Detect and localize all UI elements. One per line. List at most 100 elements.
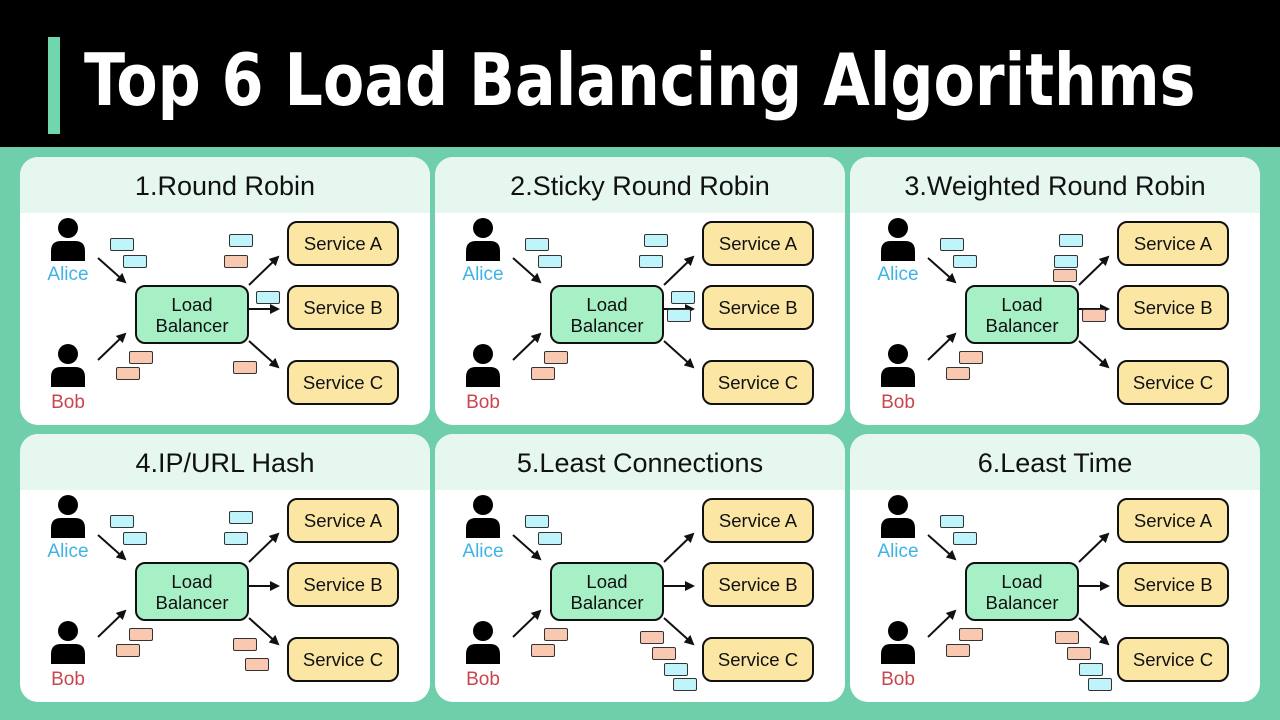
algorithm-panel-4: 4.IP/URL Hash Alice Bob Load Balancer Se… — [20, 434, 430, 702]
person-icon-bob — [881, 344, 915, 387]
request-packet-alice — [538, 532, 562, 545]
request-packet-alice — [123, 532, 147, 545]
arrow-lb-to-service-a — [1078, 532, 1110, 563]
request-packet-bob — [233, 638, 257, 651]
request-packet-bob — [1067, 647, 1091, 660]
arrow-lb-to-service-a — [663, 255, 695, 286]
request-packet-alice — [940, 515, 964, 528]
person-icon-bob — [466, 344, 500, 387]
request-packet-bob — [946, 644, 970, 657]
request-packet-alice — [229, 234, 253, 247]
request-packet-alice — [639, 255, 663, 268]
request-packet-alice — [673, 678, 697, 691]
request-packet-bob — [531, 644, 555, 657]
person-icon-alice — [466, 495, 500, 538]
service-c-node: Service C — [1117, 637, 1229, 682]
service-c-node: Service C — [702, 637, 814, 682]
client-label-bob: Bob — [51, 392, 85, 413]
service-a-node: Service A — [1117, 498, 1229, 543]
arrow-bob-to-lb — [97, 332, 127, 361]
page-title: Top 6 Load Balancing Algorithms — [84, 38, 1196, 122]
request-packet-alice — [1088, 678, 1112, 691]
service-b-node: Service B — [1117, 562, 1229, 607]
algorithm-panel-6: 6.Least Time Alice Bob Load Balancer Ser… — [850, 434, 1260, 702]
client-label-bob: Bob — [466, 392, 500, 413]
load-balancer-label-line2: Balancer — [570, 591, 644, 613]
arrow-alice-to-lb — [927, 534, 957, 561]
request-packet-alice — [953, 532, 977, 545]
request-packet-bob — [531, 367, 555, 380]
request-packet-alice — [644, 234, 668, 247]
load-balancer-node: Load Balancer — [550, 562, 664, 621]
person-icon-alice — [51, 218, 85, 261]
request-packet-alice — [110, 515, 134, 528]
client-label-bob: Bob — [881, 392, 915, 413]
request-packet-bob — [544, 628, 568, 641]
arrow-bob-to-lb — [927, 332, 957, 361]
client-label-alice: Alice — [47, 541, 89, 562]
request-packet-alice — [671, 291, 695, 304]
request-packet-bob — [640, 631, 664, 644]
service-a-node: Service A — [702, 221, 814, 266]
service-a-node: Service A — [287, 221, 399, 266]
request-packet-alice — [256, 291, 280, 304]
person-icon-bob — [51, 344, 85, 387]
arrow-lb-to-service-a — [248, 255, 280, 286]
load-balancer-node: Load Balancer — [135, 285, 249, 344]
service-c-node: Service C — [287, 360, 399, 405]
title-accent-bar — [48, 37, 60, 134]
client-label-alice: Alice — [462, 541, 504, 562]
request-packet-bob — [1053, 269, 1077, 282]
request-packet-alice — [1054, 255, 1078, 268]
service-a-node: Service A — [287, 498, 399, 543]
service-a-node: Service A — [702, 498, 814, 543]
person-icon-alice — [881, 218, 915, 261]
service-c-node: Service C — [702, 360, 814, 405]
service-a-node: Service A — [1117, 221, 1229, 266]
arrow-lb-to-service-a — [248, 532, 280, 563]
request-packet-alice — [940, 238, 964, 251]
arrow-lb-to-service-c — [663, 340, 695, 369]
arrow-lb-to-service-c — [663, 617, 695, 646]
request-packet-bob — [129, 351, 153, 364]
algorithm-panel-2: 2.Sticky Round Robin Alice Bob Load Bala… — [435, 157, 845, 425]
request-packet-alice — [538, 255, 562, 268]
load-balancer-node: Load Balancer — [135, 562, 249, 621]
client-label-alice: Alice — [462, 264, 504, 285]
client-label-bob: Bob — [51, 669, 85, 690]
arrow-bob-to-lb — [927, 609, 957, 638]
algorithm-panel-5: 5.Least Connections Alice Bob Load Balan… — [435, 434, 845, 702]
arrow-lb-to-service-c — [1078, 617, 1110, 646]
client-label-alice: Alice — [877, 541, 919, 562]
request-packet-bob — [116, 644, 140, 657]
person-icon-bob — [51, 621, 85, 664]
request-packet-alice — [525, 238, 549, 251]
request-packet-alice — [1059, 234, 1083, 247]
request-packet-bob — [224, 255, 248, 268]
request-packet-alice — [123, 255, 147, 268]
service-b-node: Service B — [702, 562, 814, 607]
client-label-alice: Alice — [47, 264, 89, 285]
service-b-node: Service B — [287, 562, 399, 607]
person-icon-alice — [881, 495, 915, 538]
load-balancer-label-line2: Balancer — [155, 591, 229, 613]
client-label-alice: Alice — [877, 264, 919, 285]
load-balancer-label-line2: Balancer — [155, 314, 229, 336]
client-label-bob: Bob — [466, 669, 500, 690]
load-balancer-label-line2: Balancer — [985, 314, 1059, 336]
arrow-bob-to-lb — [512, 609, 542, 638]
arrow-bob-to-lb — [512, 332, 542, 361]
request-packet-bob — [1082, 309, 1106, 322]
load-balancer-node: Load Balancer — [550, 285, 664, 344]
request-packet-alice — [525, 515, 549, 528]
request-packet-bob — [959, 351, 983, 364]
load-balancer-node: Load Balancer — [965, 562, 1079, 621]
load-balancer-label-line2: Balancer — [570, 314, 644, 336]
load-balancer-label-line1: Load — [586, 293, 628, 315]
load-balancer-label-line1: Load — [171, 293, 213, 315]
title-bar: Top 6 Load Balancing Algorithms — [0, 0, 1280, 147]
request-packet-alice — [664, 663, 688, 676]
service-c-node: Service C — [1117, 360, 1229, 405]
arrow-alice-to-lb — [927, 257, 957, 284]
arrow-alice-to-lb — [97, 257, 127, 284]
